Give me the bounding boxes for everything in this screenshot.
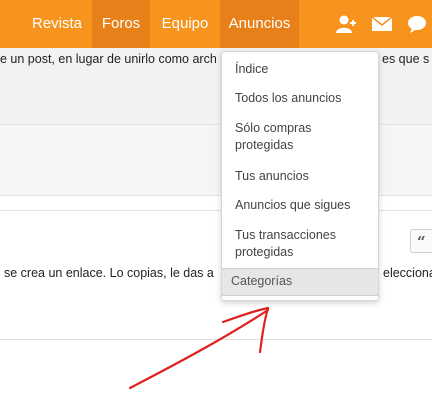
annotation-arrow — [128, 306, 270, 390]
